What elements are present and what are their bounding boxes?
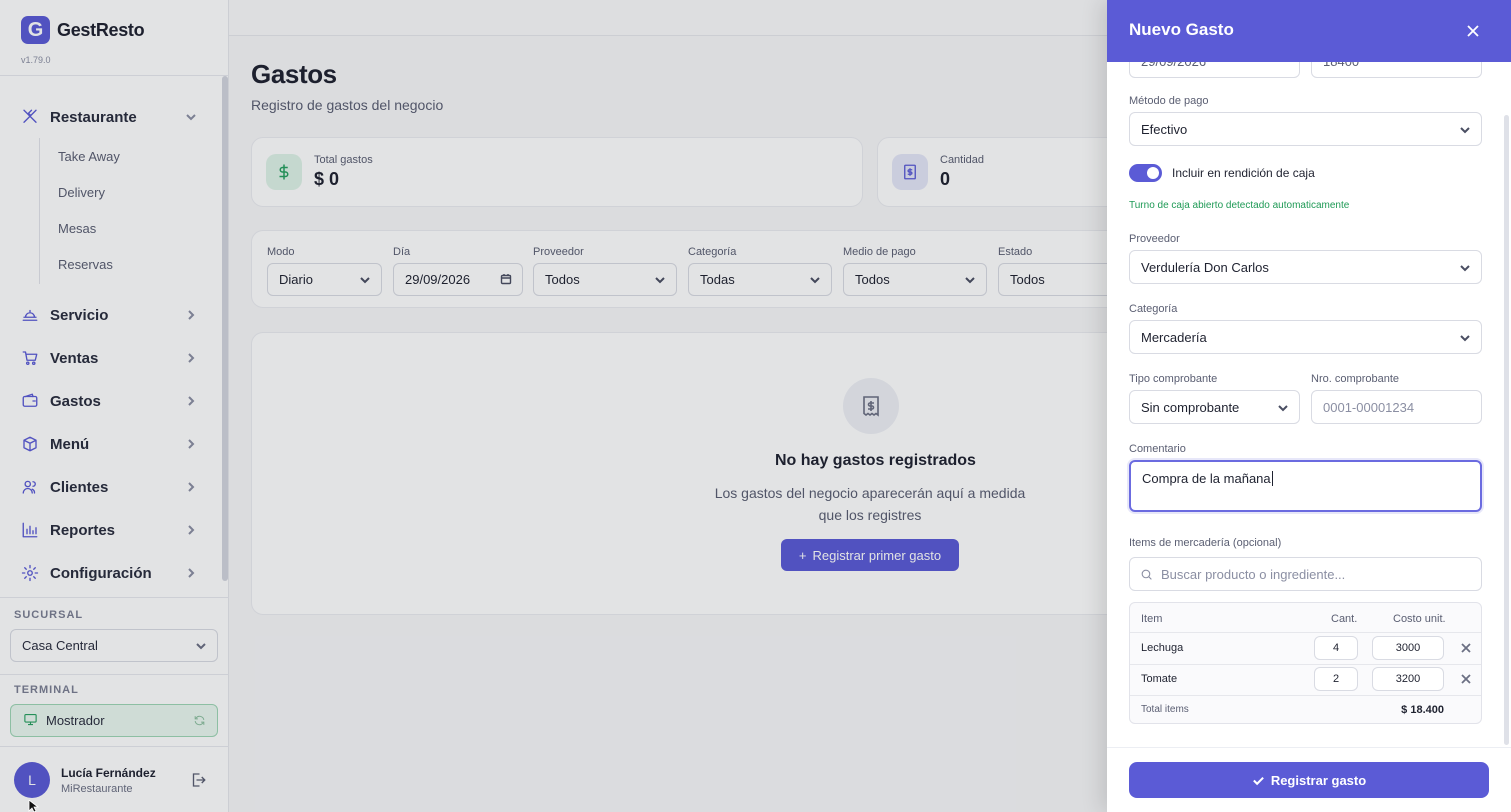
voucher-type-select[interactable]: Sin comprobante (1129, 390, 1300, 424)
item-name: Lechuga (1141, 642, 1184, 654)
button-label: Registrar gasto (1270, 772, 1367, 788)
select-value: Efectivo (1141, 121, 1188, 137)
remove-item-icon[interactable] (1460, 672, 1472, 684)
supplier-select[interactable]: Verdulería Don Carlos (1129, 250, 1482, 284)
drawer-scrollbar[interactable] (1504, 115, 1509, 745)
drawer-body: 29/09/2026 18400 Método de pago Efectivo… (1107, 0, 1511, 812)
item-qty-input[interactable]: 4 (1314, 636, 1358, 660)
category-label: Categoría (1129, 303, 1178, 315)
item-cost-input[interactable]: 3200 (1372, 667, 1444, 691)
search-icon (1141, 569, 1152, 580)
item-search-input[interactable]: Buscar producto o ingrediente... (1129, 557, 1482, 591)
include-cash-label: Incluir en rendición de caja (1172, 166, 1315, 180)
voucher-number-label: Nro. comprobante (1311, 373, 1400, 385)
column-header: Cant. (1331, 613, 1358, 625)
item-cost-input[interactable]: 3000 (1372, 636, 1444, 660)
remove-item-icon[interactable] (1460, 641, 1472, 653)
chevron-down-icon (1277, 402, 1289, 417)
items-total-label: Total items (1141, 704, 1189, 715)
select-value: Verdulería Don Carlos (1141, 259, 1269, 275)
mouse-cursor-icon (28, 800, 40, 812)
item-qty-input[interactable]: 2 (1314, 667, 1358, 691)
input-placeholder: Buscar producto o ingrediente... (1161, 566, 1346, 582)
select-value: Mercadería (1141, 329, 1207, 345)
close-icon[interactable] (1464, 22, 1482, 40)
category-select[interactable]: Mercadería (1129, 320, 1482, 354)
chevron-down-icon (1459, 262, 1471, 277)
drawer-title: Nuevo Gasto (1129, 20, 1234, 39)
items-table: Item Cant. Costo unit. Lechuga 4 3000 To… (1129, 602, 1482, 724)
column-header: Costo unit. (1393, 613, 1446, 625)
voucher-type-label: Tipo comprobante (1129, 373, 1218, 385)
input-placeholder: 0001-00001234 (1323, 399, 1415, 415)
chevron-down-icon (1459, 332, 1471, 347)
items-section-label: Items de mercadería (opcional) (1129, 537, 1282, 549)
payment-method-label: Método de pago (1129, 95, 1209, 107)
row-divider (1130, 695, 1481, 696)
drawer-header: Nuevo Gasto (1107, 0, 1511, 62)
comment-textarea[interactable]: Compra de la mañana (1129, 460, 1482, 512)
select-value: Sin comprobante (1141, 399, 1240, 415)
items-total-value: $ 18.400 (1401, 704, 1444, 716)
column-header: Item (1141, 613, 1163, 625)
item-name: Tomate (1141, 673, 1178, 685)
payment-method-select[interactable]: Efectivo (1129, 112, 1482, 146)
supplier-label: Proveedor (1129, 233, 1180, 245)
chevron-down-icon (1459, 124, 1471, 139)
shift-detected-note: Turno de caja abierto detectado automati… (1129, 200, 1350, 211)
row-divider (1130, 632, 1481, 633)
include-cash-toggle[interactable] (1129, 164, 1162, 182)
register-expense-button[interactable]: Registrar gasto (1129, 762, 1489, 798)
row-divider (1130, 664, 1481, 665)
comment-label: Comentario (1129, 443, 1186, 455)
check-icon (1252, 776, 1264, 785)
voucher-number-input[interactable]: 0001-00001234 (1311, 390, 1482, 424)
drawer-footer: Registrar gasto (1107, 747, 1511, 812)
comment-value: Compra de la mañana (1142, 471, 1271, 486)
new-expense-drawer: 29/09/2026 18400 Método de pago Efectivo… (1107, 0, 1511, 812)
